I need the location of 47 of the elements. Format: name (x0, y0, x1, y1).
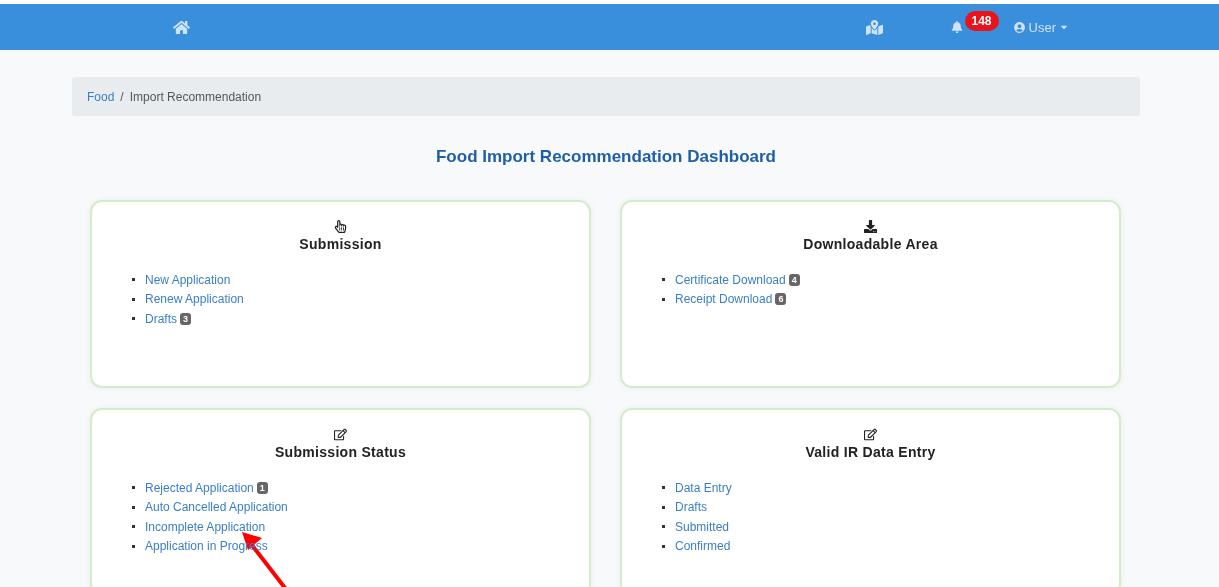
download-icon (864, 220, 877, 233)
menu-link[interactable]: Drafts (675, 500, 707, 515)
count-badge: 3 (180, 312, 192, 325)
menu-link[interactable]: Submitted (675, 519, 730, 534)
menu-link[interactable]: Confirmed (675, 539, 731, 554)
map-icon[interactable] (865, 18, 883, 36)
menu-link[interactable]: New Application (145, 272, 231, 287)
bullet-icon (662, 505, 665, 509)
menu-link[interactable]: Drafts (145, 311, 177, 326)
menu-link[interactable]: Certificate Download (675, 272, 786, 287)
notification-count: 148 (964, 11, 999, 31)
bullet-icon (132, 544, 135, 548)
bullet-icon (132, 278, 135, 282)
card-title: Valid IR Data Entry (805, 444, 936, 460)
bullet-icon (662, 544, 665, 548)
breadcrumb-text: Import Recommendation (129, 89, 262, 104)
dashboard-title: Food Import Recommendation Dashboard (435, 147, 777, 167)
bullet-icon (132, 505, 135, 509)
bullet-icon (662, 278, 665, 282)
menu-link[interactable]: Receipt Download (675, 292, 773, 307)
edit-icon (334, 428, 347, 441)
card-title: Downloadable Area (803, 236, 938, 252)
breadcrumb-separator: / (120, 89, 124, 104)
menu-link[interactable]: Incomplete Application (145, 519, 266, 534)
bullet-icon (662, 486, 665, 490)
bullet-icon (662, 525, 665, 529)
count-badge: 4 (788, 273, 800, 286)
card-title: Submission (299, 236, 382, 252)
menu-link[interactable]: Renew Application (145, 292, 244, 307)
breadcrumb-link[interactable]: Food (87, 89, 115, 104)
count-badge: 1 (256, 481, 268, 494)
bullet-icon (662, 297, 665, 301)
menu-link[interactable]: Rejected Application (145, 480, 254, 495)
count-badge: 6 (775, 293, 787, 306)
bullet-icon (132, 525, 135, 529)
home-icon[interactable] (173, 18, 190, 36)
edit-icon (864, 428, 877, 441)
bell-icon[interactable] (950, 21, 963, 33)
bullet-icon (132, 317, 135, 321)
menu-link[interactable]: Data Entry (675, 480, 732, 495)
user-menu[interactable]: User (1012, 19, 1069, 35)
bullet-icon (132, 297, 135, 301)
card-title: Submission Status (274, 444, 407, 460)
user-icon (1012, 20, 1026, 34)
hand-pointer-icon (334, 220, 347, 233)
menu-link[interactable]: Auto Cancelled Application (145, 500, 288, 515)
bullet-icon (132, 486, 135, 490)
